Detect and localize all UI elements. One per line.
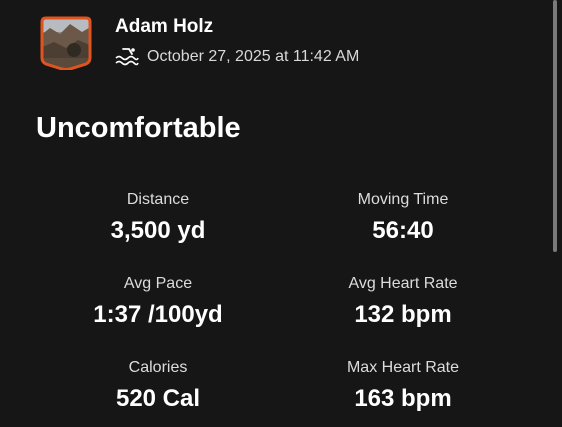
stat-moving-time: Moving Time 56:40 [293,190,513,246]
stat-value: 1:37 /100yd [93,301,223,328]
swim-icon [115,48,139,66]
stat-label: Distance [126,191,190,208]
stat-label: Moving Time [357,191,449,208]
stat-distance: Distance 3,500 yd [48,190,268,246]
scrollbar[interactable] [553,0,557,252]
stat-avg-pace: Avg Pace 1:37 /100yd [48,274,268,330]
stat-value: 163 bpm [354,385,452,412]
stat-label: Avg Pace [123,275,193,292]
stat-value: 56:40 [372,217,434,244]
stat-value: 3,500 yd [110,217,206,244]
stat-value: 132 bpm [354,301,452,328]
stat-max-heart-rate: Max Heart Rate 163 bpm [293,358,513,414]
activity-timestamp: October 27, 2025 at 11:42 AM [147,48,360,65]
stat-label: Calories [128,359,188,376]
activity-title[interactable]: Uncomfortable [36,112,241,145]
activity-header: Adam Holz October 27, 2025 at 11:42 AM [40,14,540,74]
athlete-name[interactable]: Adam Holz [115,16,213,38]
avatar[interactable] [40,14,92,70]
stat-label: Max Heart Rate [346,359,460,376]
activity-meta: October 27, 2025 at 11:42 AM [115,46,359,68]
stat-calories: Calories 520 Cal [48,358,268,414]
stat-label: Avg Heart Rate [348,275,458,292]
stat-value: 520 Cal [115,385,201,412]
stat-avg-heart-rate: Avg Heart Rate 132 bpm [293,274,513,330]
